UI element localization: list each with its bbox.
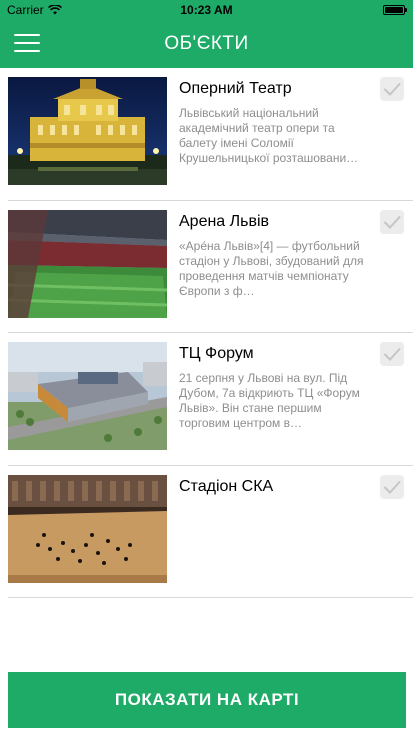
list-item[interactable]: Оперний Театр Львівський національний ак…: [8, 68, 413, 201]
list-item[interactable]: Арена Львів «Аре́на Львів»[4] — футбольн…: [8, 201, 413, 333]
checkmark-icon: [384, 480, 401, 494]
item-name: Арена Львів: [179, 212, 270, 230]
list-item[interactable]: Стадіон СКА: [8, 466, 413, 598]
item-checkbox[interactable]: [380, 209, 404, 234]
checkmark-icon: [384, 348, 401, 361]
page-title: ОБ'ЄКТИ: [164, 33, 249, 54]
item-description: 21 серпня у Львові на вул. Під Дубом, 7а…: [179, 371, 360, 430]
item-description: Львівський національний академічний теат…: [179, 106, 359, 165]
arena-lviv-image: [8, 209, 167, 318]
status-bar: Carrier 10:23 AM: [0, 0, 413, 20]
item-name: Стадіон СКА: [179, 477, 274, 495]
item-description: «Аре́на Львів»[4] — футбольний стадіон у…: [179, 238, 364, 298]
ska-stadium-image: [8, 474, 167, 583]
checkmark-icon: [384, 215, 401, 229]
battery-icon: [383, 5, 407, 15]
forum-mall-image: [8, 342, 167, 450]
opera-theatre-image: [8, 77, 167, 185]
list-item[interactable]: ТЦ Форум 21 серпня у Львові на вул. Під …: [8, 333, 413, 466]
status-time: 10:23 AM: [180, 3, 233, 17]
objects-list: Оперний Театр Львівський національний ак…: [0, 68, 413, 598]
item-checkbox[interactable]: [380, 342, 404, 366]
item-name: Оперний Театр: [179, 80, 292, 97]
nav-bar: ОБ'ЄКТИ: [0, 20, 413, 68]
item-checkbox[interactable]: [380, 77, 404, 101]
checkmark-icon: [384, 83, 401, 96]
show-on-map-button[interactable]: ПОКАЗАТИ НА КАРТІ: [8, 672, 406, 728]
item-name: ТЦ Форум: [179, 345, 254, 362]
item-checkbox[interactable]: [380, 474, 404, 499]
